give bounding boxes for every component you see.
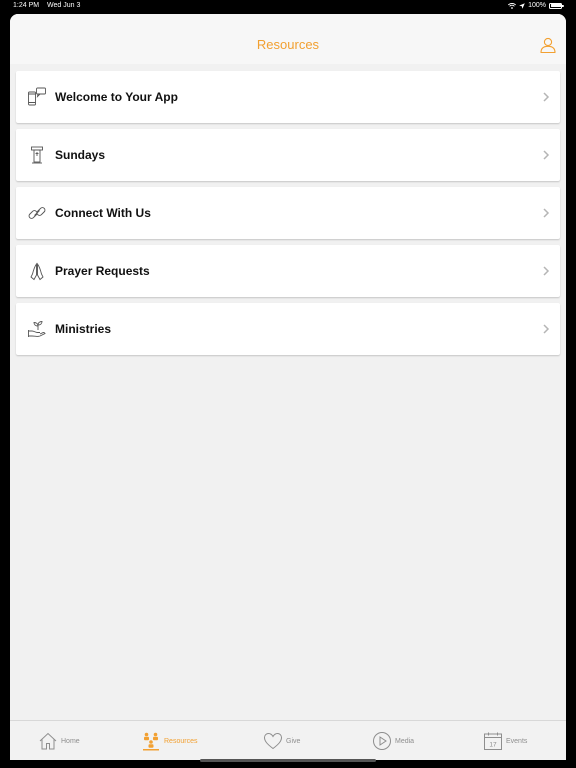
heart-icon xyxy=(263,732,283,750)
status-time: 1:24 PM xyxy=(13,2,40,9)
pulpit-icon xyxy=(31,146,43,164)
chevron-right-icon xyxy=(543,150,550,160)
chevron-right-icon xyxy=(543,208,550,218)
status-date: Wed Jun 3 xyxy=(47,2,81,9)
tab-label: Media xyxy=(395,737,415,745)
praying-hands-icon xyxy=(30,262,44,281)
phone-chat-icon xyxy=(28,87,46,106)
list-item-label: Connect With Us xyxy=(55,206,151,220)
hand-plant-icon xyxy=(28,321,46,337)
home-indicator[interactable] xyxy=(200,759,376,762)
tab-bar: Home Resources Give Media 17 Events xyxy=(10,720,566,760)
list-item-label: Ministries xyxy=(55,322,112,336)
list-item-ministries[interactable]: Ministries xyxy=(16,303,560,355)
location-icon xyxy=(519,2,525,9)
tab-resources[interactable]: Resources xyxy=(141,721,197,760)
tab-label: Home xyxy=(61,737,80,745)
list-item-label: Sundays xyxy=(55,148,106,162)
list-item-sundays[interactable]: Sundays xyxy=(16,129,560,181)
tab-label: Give xyxy=(286,737,301,745)
status-left: 1:24 PM Wed Jun 3 xyxy=(13,2,86,9)
tab-give[interactable]: Give xyxy=(263,721,300,760)
calendar-icon: 17 xyxy=(484,732,502,750)
tab-home[interactable]: Home xyxy=(38,721,80,760)
tab-label: Events xyxy=(506,737,528,745)
list-item-label: Prayer Requests xyxy=(55,264,150,278)
house-icon xyxy=(39,732,57,750)
chevron-right-icon xyxy=(543,266,550,276)
chevron-right-icon xyxy=(543,92,550,102)
tab-events[interactable]: 17 Events xyxy=(483,721,527,760)
status-bar: 1:24 PM Wed Jun 3 100% xyxy=(0,0,576,13)
status-right: 100% xyxy=(508,2,564,9)
list-item-connect[interactable]: Connect With Us xyxy=(16,187,560,239)
link-icon xyxy=(28,207,46,219)
wifi-icon xyxy=(508,2,517,9)
nav-header: Resources xyxy=(10,14,566,64)
app-window: Resources Welcome to Your App Sundays Co… xyxy=(10,14,566,760)
page-title: Resources xyxy=(256,37,320,52)
battery-percent: 100% xyxy=(528,2,546,9)
list-item-prayer[interactable]: Prayer Requests xyxy=(16,245,560,297)
people-icon xyxy=(143,732,159,751)
tab-label: Resources xyxy=(164,737,198,745)
calendar-day: 17 xyxy=(489,742,497,749)
play-icon xyxy=(373,732,391,750)
tab-media[interactable]: Media xyxy=(372,721,414,760)
list-item-welcome[interactable]: Welcome to Your App xyxy=(16,71,560,123)
person-icon[interactable] xyxy=(540,37,556,53)
list-item-label: Welcome to Your App xyxy=(55,90,178,104)
battery-icon xyxy=(549,2,564,9)
chevron-right-icon xyxy=(543,324,550,334)
resources-list: Welcome to Your App Sundays Connect With… xyxy=(16,71,560,361)
